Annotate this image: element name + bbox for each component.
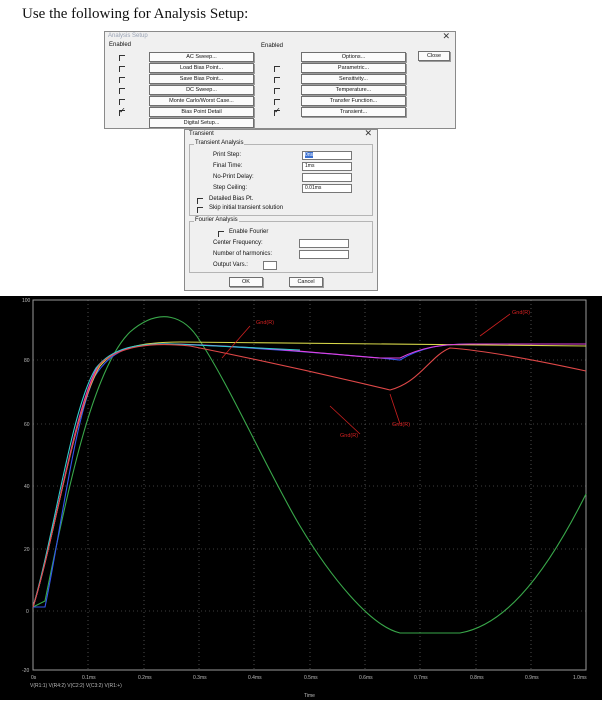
- y-tick-80: 80: [24, 358, 30, 364]
- save-bias-point-checkbox[interactable]: [119, 77, 125, 83]
- legend: V(R1:1) V(R4:2) V(C2:2) V(C3:2) V(R1:+): [30, 683, 122, 689]
- trace-green: [32, 316, 587, 634]
- y-tick-neg20: -20: [22, 668, 29, 674]
- skip-initial-checkbox[interactable]: [197, 207, 203, 213]
- transient-title: Transient: [189, 131, 214, 137]
- monte-carlo-checkbox[interactable]: [119, 99, 125, 105]
- step-ceiling-label: Step Ceiling:: [213, 185, 248, 191]
- close-icon[interactable]: ✕: [364, 128, 372, 139]
- y-tick-100: 100: [22, 298, 31, 304]
- instruction-heading: Use the following for Analysis Setup:: [22, 6, 249, 22]
- load-bias-point-checkbox[interactable]: [119, 66, 125, 72]
- temperature-checkbox[interactable]: [274, 88, 280, 94]
- x-tick-10: 1.0ms: [573, 675, 587, 681]
- output-vars-field[interactable]: [263, 261, 277, 270]
- x-axis-label: Time: [304, 693, 315, 699]
- digital-setup-button[interactable]: Digital Setup...: [149, 118, 254, 128]
- options-button[interactable]: Options...: [301, 52, 406, 62]
- print-step-field[interactable]: 0ns: [302, 151, 352, 160]
- transient-button[interactable]: Transient...: [301, 107, 406, 117]
- ac-sweep-button[interactable]: AC Sweep...: [149, 52, 254, 62]
- sensitivity-button[interactable]: Sensitivity...: [301, 74, 406, 84]
- x-tick-7: 0.7ms: [414, 675, 428, 681]
- temperature-button[interactable]: Temperature...: [301, 85, 406, 95]
- trace-cyan: [32, 343, 301, 608]
- x-tick-6: 0.6ms: [359, 675, 373, 681]
- ok-button[interactable]: OK: [229, 277, 263, 287]
- cancel-button[interactable]: Cancel: [289, 277, 323, 287]
- enable-fourier-checkbox[interactable]: [218, 231, 224, 237]
- fourier-analysis-group-title: Fourier Analysis: [194, 217, 239, 223]
- center-frequency-label: Center Frequency:: [213, 240, 263, 246]
- trace-yellow: [32, 341, 587, 608]
- traces: [32, 316, 587, 634]
- dc-sweep-button[interactable]: DC Sweep...: [149, 85, 254, 95]
- parametric-button[interactable]: Parametric...: [301, 63, 406, 73]
- waveform-plot: 100 80 60 40 20 0 -20 0s 0.1ms 0.2ms 0.3…: [0, 296, 602, 700]
- x-tick-3: 0.3ms: [193, 675, 207, 681]
- center-frequency-field[interactable]: [299, 239, 349, 248]
- enable-fourier-label: Enable Fourier: [229, 229, 269, 235]
- bias-point-detail-checkbox[interactable]: [119, 106, 126, 116]
- dc-sweep-checkbox[interactable]: [119, 88, 125, 94]
- trace-blue: [33, 343, 586, 608]
- x-tick-2: 0.2ms: [138, 675, 152, 681]
- annotation-marks: [221, 313, 511, 435]
- enabled-header-right: Enabled: [261, 43, 284, 49]
- transient-checkbox[interactable]: [274, 106, 281, 116]
- x-tick-8: 0.8ms: [470, 675, 484, 681]
- no-print-delay-label: No-Print Delay:: [213, 174, 254, 180]
- x-tick-9: 0.9ms: [525, 675, 539, 681]
- x-tick-0: 0s: [31, 675, 37, 681]
- trace-red: [32, 344, 587, 608]
- x-tick-4: 0.4ms: [248, 675, 262, 681]
- plot-frame: [32, 299, 587, 671]
- transfer-function-button[interactable]: Transfer Function...: [301, 96, 406, 106]
- x-tick-5: 0.5ms: [304, 675, 318, 681]
- annotation-label-3: Gnd(R): [340, 433, 358, 439]
- plot-grid: [33, 300, 586, 670]
- y-tick-20: 20: [24, 547, 30, 553]
- print-step-label: Print Step:: [213, 152, 242, 158]
- save-bias-point-button[interactable]: Save Bias Point...: [149, 74, 254, 84]
- analysis-setup-dialog: Analysis Setup ✕ Enabled Enabled AC Swee…: [104, 31, 456, 129]
- ac-sweep-checkbox[interactable]: [119, 55, 125, 61]
- enabled-header-left: Enabled: [109, 42, 132, 48]
- parametric-checkbox[interactable]: [274, 66, 280, 72]
- step-ceiling-field[interactable]: 0.01ms: [302, 184, 352, 193]
- y-tick-60: 60: [24, 422, 30, 428]
- sensitivity-checkbox[interactable]: [274, 77, 280, 83]
- annotation-label-1: Gnd(R): [256, 320, 274, 326]
- output-vars-label: Output Vars.:: [213, 262, 248, 268]
- waveform-plot-svg: 100 80 60 40 20 0 -20 0s 0.1ms 0.2ms 0.3…: [22, 298, 587, 699]
- analysis-setup-title: Analysis Setup: [108, 33, 148, 39]
- y-tick-40: 40: [24, 484, 30, 490]
- annotation-label-2: Gnd(R): [512, 310, 530, 316]
- close-button[interactable]: Close: [418, 51, 450, 61]
- y-tick-0: 0: [26, 609, 29, 615]
- number-of-harmonics-field[interactable]: [299, 250, 349, 259]
- detailed-bias-label: Detailed Bias Pt.: [209, 196, 254, 202]
- final-time-field[interactable]: 1ms: [302, 162, 352, 171]
- transient-analysis-group-title: Transient Analysis: [194, 140, 245, 146]
- annotation-label-4: Gnd(R): [392, 422, 410, 428]
- load-bias-point-button[interactable]: Load Bias Point...: [149, 63, 254, 73]
- trace-magenta: [32, 343, 586, 608]
- close-icon[interactable]: ✕: [442, 31, 450, 42]
- transfer-function-checkbox[interactable]: [274, 99, 280, 105]
- x-tick-1: 0.1ms: [82, 675, 96, 681]
- final-time-label: Final Time:: [213, 163, 243, 169]
- monte-carlo-button[interactable]: Monte Carlo/Worst Case...: [149, 96, 254, 106]
- transient-dialog: Transient ✕ Transient Analysis Print Ste…: [184, 128, 378, 291]
- no-print-delay-field[interactable]: [302, 173, 352, 182]
- skip-initial-label: Skip initial transient solution: [209, 205, 284, 211]
- detailed-bias-checkbox[interactable]: [197, 198, 203, 204]
- bias-point-detail-button[interactable]: Bias Point Detail: [149, 107, 254, 117]
- number-of-harmonics-label: Number of harmonics:: [213, 251, 273, 257]
